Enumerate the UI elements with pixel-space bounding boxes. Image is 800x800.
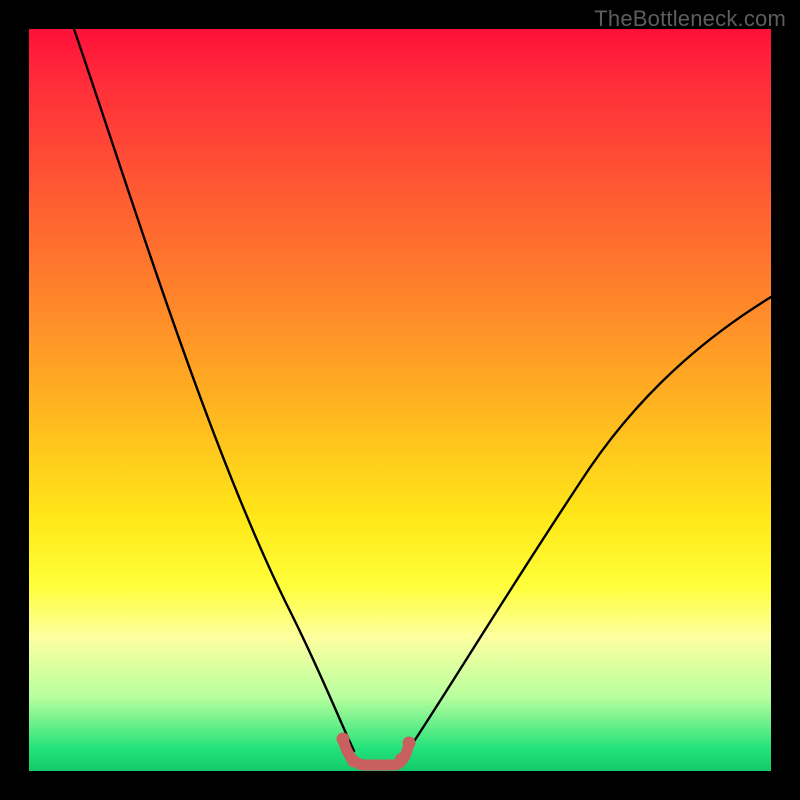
- chart-frame: TheBottleneck.com: [0, 0, 800, 800]
- valley-dot-right-2: [395, 753, 407, 765]
- watermark-text: TheBottleneck.com: [594, 6, 786, 32]
- curve-layer: [29, 29, 771, 771]
- curve-right-branch: [409, 297, 771, 749]
- plot-area: [29, 29, 771, 771]
- curve-left-branch: [74, 29, 354, 751]
- valley-dot-left-2: [347, 755, 359, 767]
- valley-dot-left: [337, 733, 350, 746]
- valley-dot-right: [403, 737, 416, 750]
